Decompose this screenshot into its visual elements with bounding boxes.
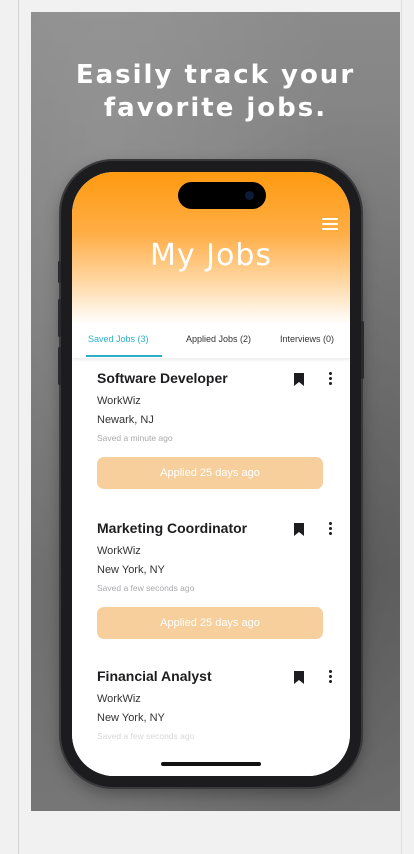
tab-interviews[interactable]: Interviews (0) [280, 334, 334, 344]
phone-screen: My Jobs Saved Jobs (3) Applied Jobs (2) … [72, 172, 350, 776]
job-title[interactable]: Marketing Coordinator [97, 520, 247, 536]
promo-panel: Easily track your favorite jobs. My Jobs… [31, 12, 400, 811]
tab-saved-jobs[interactable]: Saved Jobs (3) [88, 334, 149, 344]
more-options-icon[interactable] [329, 670, 333, 684]
job-saved-time: Saved a few seconds ago [97, 583, 195, 593]
job-location: New York, NY [97, 564, 165, 576]
promo-headline: Easily track your favorite jobs. [31, 59, 400, 125]
bookmark-icon[interactable] [294, 671, 304, 684]
promo-headline-line1: Easily track your [75, 60, 356, 90]
job-company: WorkWiz [97, 693, 141, 705]
page-title: My Jobs [149, 238, 273, 273]
phone-side-button-left-1 [58, 261, 61, 283]
tab-bar: Saved Jobs (3) Applied Jobs (2) Intervie… [72, 324, 350, 358]
job-title[interactable]: Financial Analyst [97, 668, 212, 684]
applied-status-button[interactable]: Applied 25 days ago [97, 607, 323, 639]
active-tab-indicator [86, 355, 162, 357]
applied-status-button[interactable]: Applied 25 days ago [97, 457, 323, 489]
page-edge-right [401, 0, 402, 854]
job-card[interactable]: Software Developer WorkWiz Newark, NJ Sa… [72, 358, 350, 508]
job-card[interactable]: Financial Analyst WorkWiz New York, NY S… [72, 656, 350, 776]
job-list: Software Developer WorkWiz Newark, NJ Sa… [72, 358, 350, 776]
bookmark-icon[interactable] [294, 373, 304, 386]
camera-icon [245, 191, 254, 200]
bookmark-icon[interactable] [294, 523, 304, 536]
phone-side-button-right [361, 321, 364, 379]
hamburger-menu-icon[interactable] [322, 218, 338, 230]
job-company: WorkWiz [97, 395, 141, 407]
job-title[interactable]: Software Developer [97, 370, 228, 386]
tab-applied-jobs[interactable]: Applied Jobs (2) [186, 334, 251, 344]
job-location: Newark, NJ [97, 414, 154, 426]
promo-headline-line2: favorite jobs. [103, 93, 328, 123]
phone-side-button-left-2 [58, 299, 61, 337]
page-edge-left [18, 0, 19, 854]
job-saved-time: Saved a few seconds ago [97, 731, 195, 741]
job-saved-time: Saved a minute ago [97, 433, 173, 443]
job-company: WorkWiz [97, 545, 141, 557]
dynamic-island [178, 182, 266, 209]
job-location: New York, NY [97, 712, 165, 724]
more-options-icon[interactable] [329, 522, 333, 536]
phone-side-button-left-3 [58, 347, 61, 385]
job-card[interactable]: Marketing Coordinator WorkWiz New York, … [72, 508, 350, 658]
home-indicator[interactable] [161, 762, 261, 766]
phone-mockup: My Jobs Saved Jobs (3) Applied Jobs (2) … [58, 161, 364, 787]
more-options-icon[interactable] [329, 372, 333, 386]
